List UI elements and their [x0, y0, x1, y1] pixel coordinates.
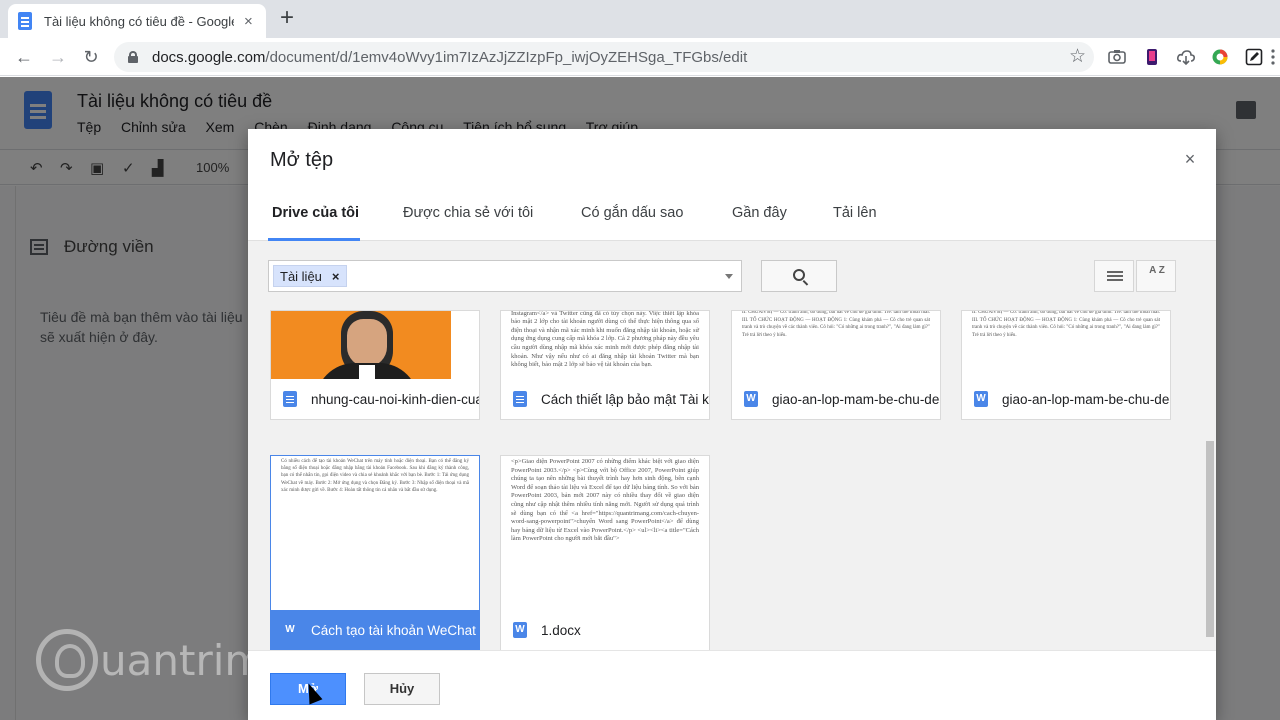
file-thumbnail: Có nhiều cách để tạo tài khoản WeChat tr…: [271, 456, 479, 612]
file-thumbnail: II. CHUẨN BỊ — Cô: tranh ảnh, đồ dùng, b…: [962, 311, 1170, 381]
url-domain: docs.google.com: [152, 48, 266, 66]
cancel-button[interactable]: Hủy: [364, 673, 440, 705]
file-browser-panel: Tài liệu × A Z nhung-cau-noi-kinh-dien-c…: [248, 241, 1216, 651]
url-text: docs.google.com/document/d/1emv4oWvy1im7…: [152, 49, 747, 66]
open-file-dialog: Mở tệp × Drive của tôi Được chia sẻ với …: [248, 129, 1216, 720]
file-card-footer: nhung-cau-noi-kinh-dien-cua-jack-ma: [271, 379, 479, 419]
word-file-icon: W: [974, 391, 988, 407]
file-card[interactable]: II. CHUẨN BỊ — Cô: tranh ảnh, đồ dùng, b…: [961, 310, 1171, 420]
file-name: Cách thiết lập bảo mật Tài khoản: [541, 391, 709, 407]
bookmark-star-icon[interactable]: ☆: [1069, 45, 1086, 68]
tab-my-drive[interactable]: Drive của tôi: [272, 205, 359, 221]
file-card-selected[interactable]: Có nhiều cách để tạo tài khoản WeChat tr…: [270, 455, 480, 651]
google-docs-favicon: [18, 12, 32, 30]
back-arrow-icon[interactable]: ←: [13, 46, 35, 68]
chevron-down-icon[interactable]: [725, 274, 733, 279]
filter-chip-documents[interactable]: Tài liệu ×: [273, 265, 347, 287]
lightbulb-icon: [36, 629, 98, 691]
thumbnail-text: mgram-2-lop-bang-dien-thoai-133097">bảo …: [511, 311, 699, 369]
file-card-footer: W giao-an-lop-mam-be-chu-de-gia-dinh: [732, 379, 940, 419]
file-thumbnail: mgram-2-lop-bang-dien-thoai-133097">bảo …: [501, 311, 709, 381]
tab-shared-with-me[interactable]: Được chia sẻ với tôi: [403, 205, 533, 221]
thumbnail-text: <p>Giao diện PowerPoint 2007 có những đi…: [511, 458, 699, 543]
tab-recent[interactable]: Gần đây: [732, 205, 787, 221]
sort-az-icon: A Z: [1149, 265, 1165, 276]
file-name: Cách tạo tài khoản WeChat: [311, 622, 476, 638]
file-name: 1.docx: [541, 622, 581, 638]
file-card-footer: Cách thiết lập bảo mật Tài khoản: [501, 379, 709, 419]
google-doc-icon: [513, 391, 527, 407]
new-tab-button[interactable]: +: [280, 6, 294, 30]
browser-tab-strip: Tài liệu không có tiêu đề - Google Tài l…: [0, 0, 1280, 38]
close-tab-icon[interactable]: ×: [244, 14, 253, 29]
search-button[interactable]: [761, 260, 837, 292]
sort-button[interactable]: A Z: [1136, 260, 1176, 292]
dialog-footer: Mở Hủy: [248, 650, 1216, 720]
search-input[interactable]: Tài liệu ×: [268, 260, 742, 292]
google-doc-icon: [283, 391, 297, 407]
word-file-icon: W: [285, 624, 295, 635]
close-icon[interactable]: ×: [1180, 149, 1200, 169]
browser-toolbar: ← → ↻ docs.google.com/document/d/1emv4oW…: [0, 38, 1280, 76]
list-view-icon: [1107, 271, 1123, 273]
lock-icon: [128, 51, 138, 63]
dialog-title: Mở tệp: [270, 149, 334, 171]
tab-upload[interactable]: Tải lên: [833, 205, 877, 221]
dialog-tabs: Drive của tôi Được chia sẻ với tôi Có gắ…: [248, 189, 1216, 241]
word-file-icon: W: [744, 391, 758, 407]
more-icon[interactable]: [1270, 48, 1276, 66]
file-card[interactable]: nhung-cau-noi-kinh-dien-cua-jack-ma: [270, 310, 480, 420]
edit-box-icon[interactable]: [1245, 48, 1263, 66]
thumbnail-text: Có nhiều cách để tạo tài khoản WeChat tr…: [281, 459, 469, 493]
file-thumbnail: [271, 311, 479, 381]
file-card-footer: W 1.docx: [501, 610, 709, 650]
thumbnail-photo: [271, 311, 451, 381]
scrollbar[interactable]: [1206, 441, 1214, 637]
file-card[interactable]: II. CHUẨN BỊ — Cô: tranh ảnh, đồ dùng, b…: [731, 310, 941, 420]
search-icon: [793, 269, 805, 281]
address-bar[interactable]: docs.google.com/document/d/1emv4oWvy1im7…: [114, 42, 1094, 72]
file-card[interactable]: <p>Giao diện PowerPoint 2007 có những đi…: [500, 455, 710, 651]
file-name: nhung-cau-noi-kinh-dien-cua-jack-ma: [311, 391, 479, 407]
reload-icon[interactable]: ↻: [80, 46, 102, 68]
file-name: giao-an-lop-mam-be-chu-de-gia-dinh-2: [1002, 391, 1170, 407]
photo-face: [347, 319, 387, 367]
tab-starred[interactable]: Có gắn dấu sao: [581, 205, 683, 221]
url-path: /document/d/1emv4oWvy1im7IzAzJjZZIzpFp_i…: [265, 48, 748, 66]
phone-extension-icon[interactable]: [1143, 48, 1161, 66]
file-thumbnail: <p>Giao diện PowerPoint 2007 có những đi…: [501, 456, 709, 612]
filter-chip-label: Tài liệu: [280, 268, 322, 284]
browser-tab-title: Tài liệu không có tiêu đề - Google Tài l…: [44, 13, 234, 29]
file-card-footer: W Cách tạo tài khoản WeChat: [271, 610, 479, 650]
cloud-download-icon[interactable]: [1177, 48, 1195, 66]
word-file-icon: W: [513, 622, 527, 638]
thumbnail-text: II. CHUẨN BỊ — Cô: tranh ảnh, đồ dùng, b…: [742, 311, 930, 338]
list-view-button[interactable]: [1094, 260, 1134, 292]
forward-arrow-icon[interactable]: →: [47, 46, 69, 68]
file-name: giao-an-lop-mam-be-chu-de-gia-dinh: [772, 391, 940, 407]
browser-tab[interactable]: Tài liệu không có tiêu đề - Google Tài l…: [8, 4, 266, 38]
file-thumbnail: II. CHUẨN BỊ — Cô: tranh ảnh, đồ dùng, b…: [732, 311, 940, 381]
file-card[interactable]: mgram-2-lop-bang-dien-thoai-133097">bảo …: [500, 310, 710, 420]
remove-filter-icon[interactable]: ×: [332, 269, 340, 284]
color-wheel-icon[interactable]: [1211, 48, 1229, 66]
thumbnail-text: II. CHUẨN BỊ — Cô: tranh ảnh, đồ dùng, b…: [972, 311, 1160, 338]
camera-icon[interactable]: [1108, 48, 1126, 66]
file-card-footer: W giao-an-lop-mam-be-chu-de-gia-dinh-2: [962, 379, 1170, 419]
